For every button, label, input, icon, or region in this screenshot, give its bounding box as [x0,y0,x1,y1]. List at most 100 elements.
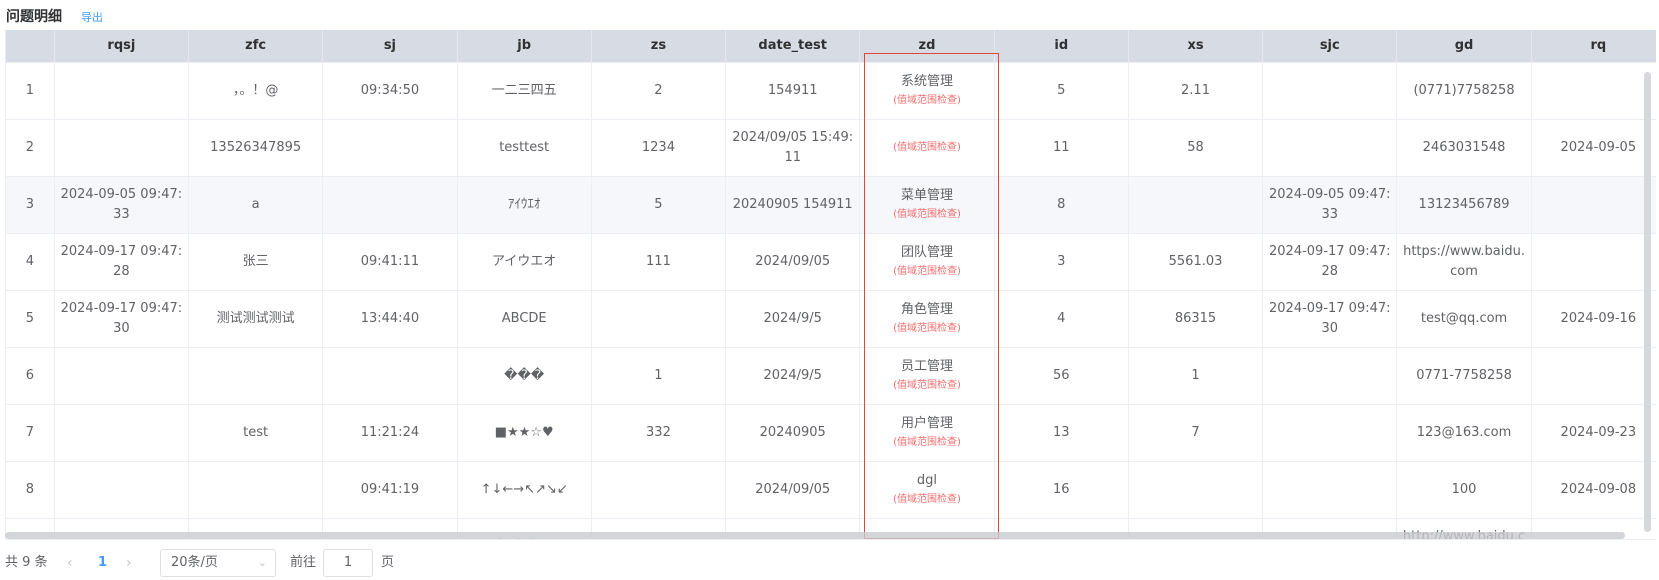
cell-zs: 1 [591,347,727,405]
cell-zfc [188,347,324,405]
cell-zs: 2 [591,62,727,120]
cell-zd: 角色管理 (值域范围检查) [859,290,995,348]
table-row[interactable]: 5 2024-09-17 09:47:30 测试测试测试 13:44:40 ABCDE 2… [6,290,1656,348]
cell-sjc: 2024-09-17 09:47:28 [1262,233,1398,291]
column-header-gd[interactable]: gd [1396,30,1532,63]
cell-zd: 系统管理 (值域范围检查) [859,62,995,120]
cell-sjc [1262,62,1398,120]
table-row[interactable]: 7 test 11:21:24 ■★★☆♥ 332 20240905 用户管理 (值域范围检查… [6,404,1656,462]
cell-index: 4 [6,233,55,291]
pagination: 共 9 条 ‹ 1 › 20条/页 ⌄ 前往 页 [0,548,1659,580]
cell-jb: アイウエオ [457,233,592,291]
table-row[interactable]: 6 ��� 1 2024/9/5 员工管理 (值域范围检查) 56 1 0771-7758258 [6,347,1656,405]
cell-zd: 团队管理 (值域范围检查) [859,233,995,291]
cell-date-test: 154911 [725,62,861,120]
cell-date-test: 2024/09/05 15:49:11 [725,119,861,177]
cell-xs: 5561.03 [1128,233,1264,291]
cell-index: 6 [6,347,55,405]
cell-index: 1 [6,62,55,120]
cell-zs: 332 [591,404,727,462]
cell-rq: 2024-09-16 [1531,290,1656,348]
cell-rqsj [54,119,190,177]
cell-sjc: 2024-09-17 09:47:30 [1262,290,1398,348]
export-link[interactable]: 导出 [81,9,103,25]
cell-id: 56 [994,347,1129,405]
cell-sj [322,347,458,405]
cell-rq: 2024-09-05 [1531,119,1656,177]
cell-jb: ｱｲｳｴｵ [457,176,592,234]
cell-date-test: 2024/9/5 [725,290,861,348]
zd-value: 员工管理 [900,359,953,374]
cell-rqsj [54,404,190,462]
column-header-index [6,30,55,63]
column-header-jb[interactable]: jb [457,30,592,63]
column-header-xs[interactable]: xs [1128,30,1264,63]
table-row[interactable]: 4 2024-09-17 09:47:28 张三 09:41:11 アイウエオ 111 20… [6,233,1656,291]
column-header-sjc[interactable]: sjc [1262,30,1398,63]
table-row[interactable]: 3 2024-09-05 09:47:33 a ｱｲｳｴｵ 5 20240905 1549… [6,176,1656,234]
cell-date-test: 2024/9/5 [725,347,861,405]
cell-date-test: 20240905 154911 [725,176,861,234]
cell-gd: test@qq.com [1396,290,1532,348]
range-check-warning: (值域范围检查) [893,266,961,277]
cell-sj: 09:34:50 [322,62,458,120]
cell-zfc: test [188,404,324,462]
zd-value: 用户管理 [900,416,953,431]
cell-sj: 09:41:19 [322,461,458,519]
page-size-select[interactable]: 20条/页 ⌄ [160,549,276,577]
cell-id: 4 [994,290,1129,348]
cell-gd: (0771)7758258 [1396,62,1532,120]
cell-rq: 2024-09-23 [1531,404,1656,462]
cell-zfc: 张三 [188,233,324,291]
cell-rqsj: 2024-09-17 09:47:28 [54,233,190,291]
chevron-left-icon[interactable]: ‹ [67,548,73,578]
column-header-rqsj[interactable]: rqsj [54,30,190,63]
cell-gd: 13123456789 [1396,176,1532,234]
cell-jb: testtest [457,119,592,177]
vertical-scrollbar[interactable] [1644,72,1651,532]
cell-rqsj [54,461,190,519]
cell-gd: https://www.baidu.com [1396,233,1532,291]
table-row[interactable]: 2 13526347895 testtest 1234 2024/09/05 15:49… [6,119,1656,177]
cell-xs: 58 [1128,119,1264,177]
cell-date-test: 2024/09/05 [725,461,861,519]
cell-gd: 0771-7758258 [1396,347,1532,405]
cell-rq [1531,176,1656,234]
cell-xs: 2.11 [1128,62,1264,120]
cell-rqsj: 2024-09-05 09:47:33 [54,176,190,234]
cell-zs: 1234 [591,119,727,177]
cell-sj [322,119,458,177]
cell-sj: 11:21:24 [322,404,458,462]
chevron-right-icon[interactable]: › [126,548,132,578]
cell-jb: ��� [457,347,592,405]
cell-rq [1531,233,1656,291]
column-header-zs[interactable]: zs [591,30,727,63]
cell-xs [1128,461,1264,519]
cell-sjc [1262,347,1398,405]
cell-jb: ■★★☆♥ [457,404,592,462]
column-header-id[interactable]: id [994,30,1129,63]
cell-zd: 用户管理 (值域范围检查) [859,404,995,462]
horizontal-scrollbar[interactable] [5,532,1625,539]
cell-zs: 111 [591,233,727,291]
cell-zs [591,461,727,519]
zd-value: 角色管理 [900,302,953,317]
cell-rq [1531,62,1656,120]
column-header-sj[interactable]: sj [322,30,458,63]
column-header-date-test[interactable]: date_test [725,30,861,63]
page-size-value: 20条/页 [171,555,218,570]
cell-rq: 2024-09-08 [1531,461,1656,519]
column-header-rq[interactable]: rq [1531,30,1656,63]
range-check-warning: (值域范围检查) [893,142,961,153]
column-header-zd[interactable]: zd [859,30,995,63]
range-check-warning: (值域范围检查) [893,494,961,505]
table-row[interactable]: 1 ，。！@ 09:34:50 一二三四五 2 154911 系统管理 (值域范围检查) 5 2.… [6,62,1656,120]
chevron-down-icon: ⌄ [257,556,267,569]
range-check-warning: (值域范围检查) [893,380,961,391]
page-number-current[interactable]: 1 [98,548,107,578]
cell-id: 5 [994,62,1129,120]
goto-page-input[interactable] [323,549,373,577]
column-header-zfc[interactable]: zfc [188,30,324,63]
zd-value: dgl [916,473,938,488]
table-row[interactable]: 8 09:41:19 ↑↓←→↖↗↘↙ 2024/09/05 dgl (值域范围检查) 16… [6,461,1656,519]
